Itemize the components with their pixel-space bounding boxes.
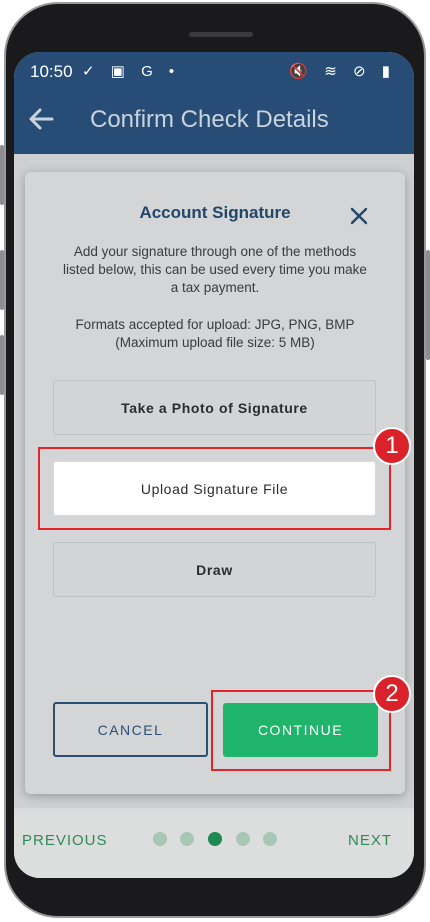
bottom-navigation: PREVIOUS NEXT <box>14 812 414 878</box>
upload-formats-info: Formats accepted for upload: JPG, PNG, B… <box>59 316 371 352</box>
status-time: 10:50 <box>30 62 73 81</box>
earpiece-speaker <box>189 32 253 37</box>
system-status-icons: 🔇 ≋ ⊘ ▮ <box>289 63 396 80</box>
dialog-title: Account Signature <box>139 203 291 222</box>
step-2-badge: 2 <box>373 675 411 713</box>
previous-button[interactable]: PREVIOUS <box>22 832 108 849</box>
take-photo-option[interactable]: Take a Photo of Signature <box>53 380 376 435</box>
page-dot <box>180 832 194 846</box>
formats-line: Formats accepted for upload: JPG, PNG, B… <box>75 317 355 332</box>
cancel-button[interactable]: CANCEL <box>53 702 208 757</box>
page-dot <box>153 832 167 846</box>
highlight-upload-option <box>38 447 391 530</box>
back-arrow-icon[interactable] <box>26 104 56 134</box>
page-dot <box>263 832 277 846</box>
side-button <box>0 335 4 395</box>
power-button <box>426 250 430 360</box>
file-size-line: (Maximum upload file size: 5 MB) <box>115 335 315 350</box>
draw-option[interactable]: Draw <box>53 542 376 597</box>
dialog-description: Add your signature through one of the me… <box>63 244 367 295</box>
page-dot <box>236 832 250 846</box>
app-header: 10:50 ✓ ▣ G • 🔇 ≋ ⊘ ▮ Confirm Check Deta… <box>14 52 414 154</box>
step-1-badge: 1 <box>373 427 411 465</box>
close-icon[interactable] <box>349 206 369 226</box>
volume-button <box>0 145 4 205</box>
page-dot-active <box>208 832 222 846</box>
status-bar: 10:50 ✓ ▣ G • 🔇 ≋ ⊘ ▮ <box>14 52 414 92</box>
highlight-continue-button <box>211 690 391 771</box>
bixby-button <box>0 250 4 310</box>
next-button[interactable]: NEXT <box>348 832 392 849</box>
page-title: Confirm Check Details <box>90 106 329 133</box>
notification-icons: ✓ ▣ G • <box>82 63 181 80</box>
